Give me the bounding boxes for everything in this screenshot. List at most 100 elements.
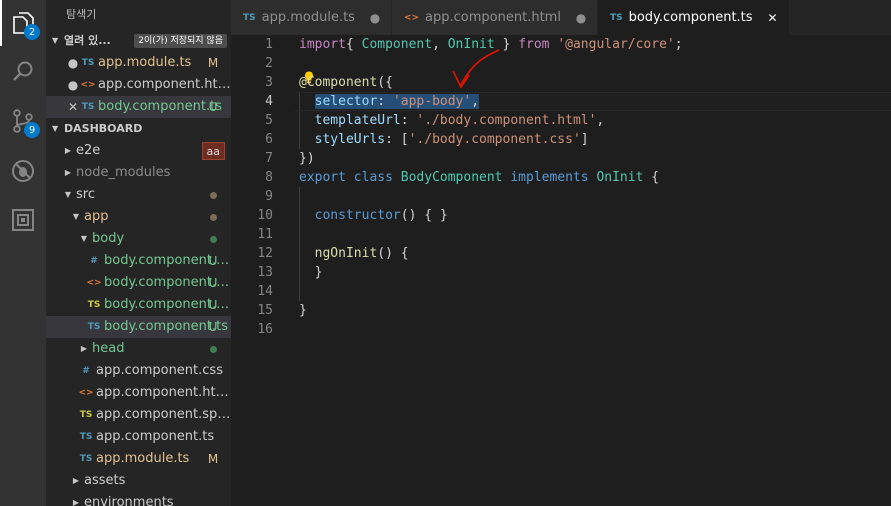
line-number: 9 — [265, 189, 273, 204]
code-token: () { } — [400, 208, 448, 223]
file-type-icon: TS — [79, 410, 93, 420]
code-token: , — [471, 94, 480, 109]
code-token: ({ — [377, 75, 393, 90]
chevron-down-icon: ▼ — [52, 124, 59, 133]
editor-tab[interactable]: <> app.component.html ● — [391, 0, 598, 35]
tree-label: app.component.ts — [96, 429, 215, 444]
file-type-icon: TS — [243, 12, 256, 23]
tab-label: app.module.ts — [261, 10, 355, 25]
search-button[interactable] — [0, 49, 46, 95]
unsaved-dot-icon[interactable]: ● — [369, 11, 381, 25]
open-editors-label: 열려 있... — [64, 34, 111, 47]
tree-folder[interactable]: ▶ assets — [46, 470, 231, 492]
open-editor-item[interactable]: ✕ TS body.component.ts U — [46, 96, 231, 118]
source-control-button[interactable]: 9 — [0, 98, 46, 144]
code-line: 5 templateUrl: './body.component.html', — [231, 111, 891, 130]
file-type-icon: TS — [79, 454, 93, 464]
tree-folder[interactable]: ▶ environments — [46, 492, 231, 506]
close-icon[interactable]: ✕ — [66, 96, 80, 118]
line-number: 8 — [265, 170, 273, 185]
unsaved-dot-icon[interactable]: ● — [575, 11, 587, 25]
line-number: 14 — [257, 284, 273, 299]
open-editor-item[interactable]: ● TS app.module.ts M — [46, 52, 231, 74]
code-token: } — [494, 37, 519, 52]
tree-file[interactable]: # body.component.css U — [46, 250, 231, 272]
code-token: : — [400, 113, 417, 128]
code-token: @ — [299, 75, 307, 90]
git-status-badge: M — [207, 56, 219, 70]
close-icon[interactable]: ✕ — [767, 11, 779, 25]
line-code: }) — [299, 149, 315, 168]
tree-file[interactable]: <> app.component.html — [46, 382, 231, 404]
extensions-icon — [12, 209, 34, 231]
editor-tab[interactable]: TS body.component.ts ✕ — [597, 0, 790, 35]
code-line: 14 — [231, 282, 891, 301]
scm-badge: 9 — [24, 122, 40, 138]
unsaved-dot-icon[interactable]: ● — [66, 52, 80, 74]
unsaved-count-badge: 2이(가) 저장되지 않음 — [134, 34, 227, 48]
tree-folder[interactable]: ▼ app — [46, 206, 231, 228]
open-editor-item[interactable]: ● <> app.component.html — [46, 74, 231, 96]
explorer-badge: 2 — [24, 24, 40, 40]
unsaved-dot-icon[interactable]: ● — [66, 74, 80, 96]
code-token: } — [299, 265, 323, 280]
explorer-button[interactable]: 2 — [0, 0, 46, 46]
chevron-right-icon: ▶ — [72, 476, 80, 485]
chevron-right-icon: ▶ — [72, 498, 80, 506]
file-type-icon: TS — [81, 102, 95, 112]
tree-file[interactable]: TS app.module.ts M — [46, 448, 231, 470]
chevron-down-icon: ▼ — [64, 190, 72, 199]
tab-label: body.component.ts — [628, 10, 753, 25]
file-type-icon: # — [90, 256, 98, 266]
search-icon — [13, 61, 33, 81]
line-number: 4 — [265, 94, 273, 109]
chevron-right-icon: ▶ — [64, 146, 72, 155]
code-token: from — [518, 37, 550, 52]
line-number: 1 — [265, 37, 273, 52]
tree-file[interactable]: <>body.component.htmlU — [46, 272, 231, 294]
file-type-icon: <> — [78, 388, 94, 398]
code-line: 3 @Component({ — [231, 73, 891, 92]
tree-file[interactable]: TSapp.component.spec.ts — [46, 404, 231, 426]
git-status-badge: U — [208, 100, 218, 114]
code-line: 7}) — [231, 149, 891, 168]
tree-folder[interactable]: ▶ e2e aa — [46, 140, 231, 162]
code-line: 4 selector: 'app-body', — [231, 92, 891, 111]
project-header[interactable]: ▼ DASHBOARD — [46, 118, 231, 140]
line-number: 13 — [257, 265, 273, 280]
code-line: 12 ngOnInit() { — [231, 244, 891, 263]
code-line: 10 constructor() { } — [231, 206, 891, 225]
debug-button[interactable] — [0, 148, 46, 194]
editor-tab[interactable]: TS app.module.ts ● — [231, 0, 392, 35]
tree-file[interactable]: TSbody.component.spec.tsU — [46, 294, 231, 316]
tree-label: app.component.spec.ts — [96, 407, 231, 422]
tree-folder[interactable]: ▶ node_modules — [46, 162, 231, 184]
file-type-icon: TS — [81, 58, 95, 68]
code-line: 16 — [231, 320, 891, 339]
tree-folder[interactable]: ▼ src — [46, 184, 231, 206]
no-bug-icon — [12, 160, 34, 182]
tree-label: environments — [84, 495, 174, 506]
modified-dot-icon — [210, 346, 217, 353]
line-number: 2 — [265, 56, 273, 71]
tree-file[interactable]: # app.component.css — [46, 360, 231, 382]
code-line: 11 — [231, 225, 891, 244]
tree-folder[interactable]: ▶ head — [46, 338, 231, 360]
extensions-button[interactable] — [0, 197, 46, 243]
tree-file[interactable]: TS app.component.ts — [46, 426, 231, 448]
code-token: { — [345, 37, 362, 52]
code-token: Component — [361, 37, 433, 52]
code-editor[interactable]: 1 import{ Component, OnInit } from '@angu… — [231, 35, 891, 506]
file-type-icon: TS — [87, 300, 101, 310]
modified-dot-icon — [210, 192, 217, 199]
tree-label: app.component.css — [96, 363, 223, 378]
modified-dot-icon — [210, 236, 217, 243]
code-token: } — [299, 303, 307, 318]
tree-file[interactable]: TS body.component.ts U — [46, 316, 231, 338]
file-type-icon: <> — [80, 80, 96, 90]
tree-folder[interactable]: ▼ body — [46, 228, 231, 250]
open-editors-header[interactable]: ▼ 열려 있... 2이(가) 저장되지 않음 — [46, 30, 231, 52]
